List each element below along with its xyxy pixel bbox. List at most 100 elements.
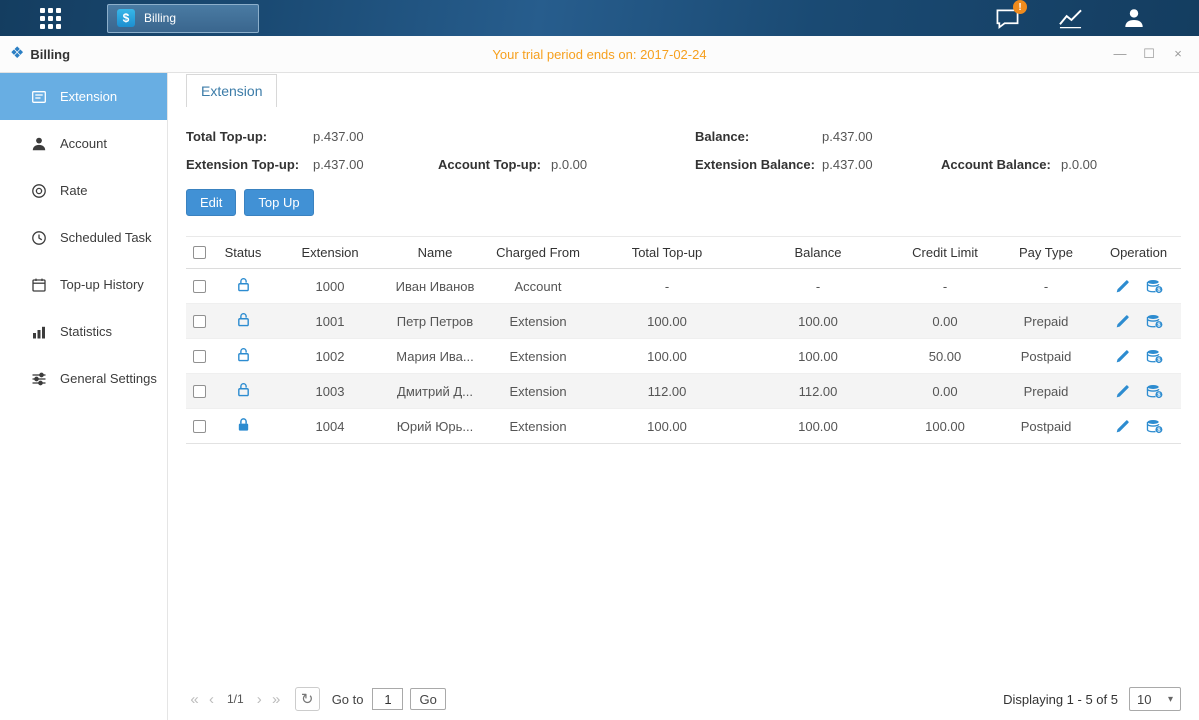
col-pay-type: Pay Type bbox=[996, 245, 1096, 260]
extension-balance-field: Extension Balance: p.437.00 bbox=[695, 157, 941, 172]
prev-page-icon[interactable]: ‹ bbox=[203, 691, 220, 708]
cell-total-topup: - bbox=[592, 279, 742, 294]
trial-period-notice: Your trial period ends on: 2017-02-24 bbox=[0, 47, 1199, 62]
cell-name: Иван Иванов bbox=[386, 279, 484, 294]
calendar-icon bbox=[31, 277, 47, 293]
row-checkbox[interactable] bbox=[193, 315, 206, 328]
person-icon bbox=[31, 136, 47, 152]
cell-balance: 100.00 bbox=[742, 349, 894, 364]
next-page-icon[interactable]: › bbox=[251, 691, 268, 708]
unlocked-icon[interactable] bbox=[236, 312, 251, 327]
edit-icon[interactable] bbox=[1115, 314, 1130, 329]
row-checkbox[interactable] bbox=[193, 420, 206, 433]
col-extension: Extension bbox=[274, 245, 386, 260]
cell-charged-from: Extension bbox=[484, 349, 592, 364]
sidebar-item-general-settings[interactable]: General Settings bbox=[0, 355, 167, 402]
cell-charged-from: Account bbox=[484, 279, 592, 294]
window-title-bar: ❖ Billing Your trial period ends on: 201… bbox=[0, 36, 1199, 73]
top-up-icon[interactable] bbox=[1146, 349, 1163, 364]
edit-button[interactable]: Edit bbox=[186, 189, 236, 216]
action-buttons: Edit Top Up bbox=[186, 189, 1181, 216]
displaying-text: Displaying 1 - 5 of 5 bbox=[1003, 692, 1118, 707]
cell-extension: 1002 bbox=[274, 349, 386, 364]
row-checkbox[interactable] bbox=[193, 385, 206, 398]
unlocked-icon[interactable] bbox=[236, 277, 251, 292]
main-panel: Extension Total Top-up: p.437.00 Balance… bbox=[168, 73, 1199, 720]
sidebar-item-topup-history[interactable]: Top-up History bbox=[0, 261, 167, 308]
cell-balance: 100.00 bbox=[742, 314, 894, 329]
sidebar-item-scheduled-task[interactable]: Scheduled Task bbox=[0, 214, 167, 261]
cell-extension: 1000 bbox=[274, 279, 386, 294]
refresh-button[interactable]: ↻ bbox=[295, 687, 320, 711]
user-account-icon[interactable] bbox=[1120, 5, 1147, 31]
cell-pay-type: Postpaid bbox=[996, 349, 1096, 364]
top-up-icon[interactable] bbox=[1146, 314, 1163, 329]
edit-icon[interactable] bbox=[1115, 349, 1130, 364]
col-name: Name bbox=[386, 245, 484, 260]
maximize-icon[interactable]: ☐ bbox=[1142, 46, 1156, 62]
cell-credit-limit: 50.00 bbox=[894, 349, 996, 364]
cell-total-topup: 100.00 bbox=[592, 349, 742, 364]
account-balance-field: Account Balance: p.0.00 bbox=[941, 157, 1181, 172]
top-up-icon[interactable] bbox=[1146, 384, 1163, 399]
notification-badge: ! bbox=[1013, 0, 1027, 14]
row-checkbox[interactable] bbox=[193, 350, 206, 363]
table-row: 1000 Иван Иванов Account - - - - bbox=[186, 269, 1181, 304]
select-all-checkbox[interactable] bbox=[193, 246, 206, 259]
edit-icon[interactable] bbox=[1115, 279, 1130, 294]
unlocked-icon[interactable] bbox=[236, 382, 251, 397]
top-bar-right-icons: ! bbox=[994, 5, 1147, 31]
page-indicator: 1/1 bbox=[227, 692, 244, 706]
top-up-icon[interactable] bbox=[1146, 279, 1163, 294]
cell-credit-limit: 0.00 bbox=[894, 384, 996, 399]
sidebar-item-statistics[interactable]: Statistics bbox=[0, 308, 167, 355]
edit-icon[interactable] bbox=[1115, 419, 1130, 434]
bar-chart-icon bbox=[31, 324, 47, 340]
sidebar-item-extension[interactable]: Extension bbox=[0, 73, 167, 120]
billing-logo-icon: ❖ bbox=[10, 46, 24, 62]
table-row: 1003 Дмитрий Д... Extension 112.00 112.0… bbox=[186, 374, 1181, 409]
page-size-value: 10 bbox=[1137, 692, 1151, 707]
sidebar-item-rate[interactable]: Rate bbox=[0, 167, 167, 214]
cell-pay-type: Prepaid bbox=[996, 384, 1096, 399]
extension-topup-field: Extension Top-up: p.437.00 bbox=[186, 157, 438, 172]
sliders-icon bbox=[31, 371, 47, 387]
row-checkbox[interactable] bbox=[193, 280, 206, 293]
top-up-button[interactable]: Top Up bbox=[244, 189, 313, 216]
page-size-select[interactable]: 10 ▾ bbox=[1129, 687, 1181, 711]
tab-extension[interactable]: Extension bbox=[186, 74, 277, 107]
cell-name: Мария Ива... bbox=[386, 349, 484, 364]
reports-chart-icon[interactable] bbox=[1057, 5, 1084, 31]
top-up-icon[interactable] bbox=[1146, 419, 1163, 434]
messages-icon[interactable]: ! bbox=[994, 5, 1021, 31]
unlocked-icon[interactable] bbox=[236, 347, 251, 362]
minimize-icon[interactable]: — bbox=[1113, 46, 1127, 62]
edit-icon[interactable] bbox=[1115, 384, 1130, 399]
cell-charged-from: Extension bbox=[484, 314, 592, 329]
billing-app-tab[interactable]: $ Billing bbox=[107, 4, 259, 33]
go-button[interactable]: Go bbox=[410, 688, 445, 710]
goto-label: Go to bbox=[332, 692, 364, 707]
cell-pay-type: - bbox=[996, 279, 1096, 294]
cell-total-topup: 100.00 bbox=[592, 314, 742, 329]
cell-pay-type: Postpaid bbox=[996, 419, 1096, 434]
coin-icon bbox=[31, 183, 47, 199]
close-icon[interactable]: × bbox=[1171, 46, 1185, 62]
window-title-text: Billing bbox=[30, 47, 70, 62]
goto-page-input[interactable] bbox=[372, 688, 403, 710]
col-status: Status bbox=[212, 245, 274, 260]
last-page-icon[interactable]: » bbox=[268, 691, 285, 708]
extension-table: Status Extension Name Charged From Total… bbox=[186, 236, 1181, 444]
table-header-row: Status Extension Name Charged From Total… bbox=[186, 236, 1181, 269]
app-launcher-icon[interactable] bbox=[40, 8, 61, 29]
col-credit-limit: Credit Limit bbox=[894, 245, 996, 260]
col-charged-from: Charged From bbox=[484, 245, 592, 260]
cell-pay-type: Prepaid bbox=[996, 314, 1096, 329]
table-row: 1004 Юрий Юрь... Extension 100.00 100.00… bbox=[186, 409, 1181, 444]
table-row: 1002 Мария Ива... Extension 100.00 100.0… bbox=[186, 339, 1181, 374]
first-page-icon[interactable]: « bbox=[186, 691, 203, 708]
sidebar-item-account[interactable]: Account bbox=[0, 120, 167, 167]
table-body: 1000 Иван Иванов Account - - - - bbox=[186, 269, 1181, 444]
locked-icon[interactable] bbox=[236, 417, 251, 432]
system-top-bar: $ Billing ! bbox=[0, 0, 1199, 36]
